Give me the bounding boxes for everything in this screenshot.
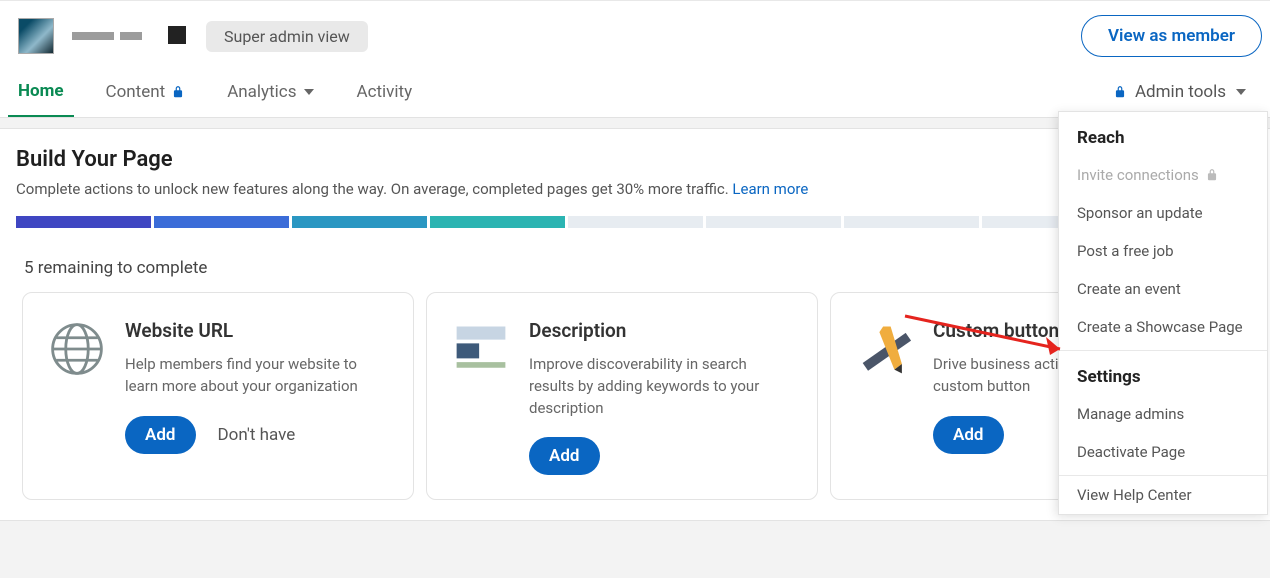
tab-analytics[interactable]: Analytics <box>217 82 324 116</box>
nav-tabs: Home Content Analytics Activity Admin to… <box>0 63 1270 118</box>
admin-tools-dropdown: Reach Invite connections Sponsor an upda… <box>1058 111 1268 515</box>
add-button[interactable]: Add <box>933 416 1004 454</box>
dd-invite-connections: Invite connections <box>1059 156 1267 194</box>
dd-post-free-job[interactable]: Post a free job <box>1059 232 1267 270</box>
pencil-ruler-icon <box>855 319 915 379</box>
tab-analytics-label: Analytics <box>227 82 296 102</box>
avatar[interactable] <box>18 18 54 54</box>
chevron-down-icon <box>1236 89 1246 95</box>
dd-sponsor-update[interactable]: Sponsor an update <box>1059 194 1267 232</box>
dd-deactivate-page[interactable]: Deactivate Page <box>1059 433 1267 471</box>
dropdown-section-settings: Settings <box>1059 351 1267 395</box>
progress-seg <box>16 216 151 228</box>
lock-icon <box>171 85 185 99</box>
tab-content-label: Content <box>106 82 166 102</box>
lock-icon <box>1205 168 1219 182</box>
learn-more-link[interactable]: Learn more <box>732 180 808 198</box>
progress-seg <box>154 216 289 228</box>
card-website-url: Website URL Help members find your websi… <box>22 292 414 500</box>
card-title: Website URL <box>125 319 389 342</box>
dont-have-link[interactable]: Don't have <box>218 425 296 445</box>
progress-seg <box>706 216 841 228</box>
tab-activity[interactable]: Activity <box>346 82 422 116</box>
progress-seg <box>430 216 565 228</box>
admin-tools-label: Admin tools <box>1135 82 1226 102</box>
chevron-down-icon <box>304 89 314 95</box>
card-description: Description Improve discoverability in s… <box>426 292 818 500</box>
add-button[interactable]: Add <box>529 437 600 475</box>
logo-icon <box>168 26 186 44</box>
dd-view-help-center[interactable]: View Help Center <box>1059 476 1267 514</box>
globe-icon <box>47 319 107 379</box>
super-admin-badge: Super admin view <box>206 21 368 52</box>
card-desc: Improve discoverability in search result… <box>529 354 793 419</box>
dd-manage-admins[interactable]: Manage admins <box>1059 395 1267 433</box>
page-name-redacted <box>72 32 142 40</box>
progress-seg <box>568 216 703 228</box>
tab-content[interactable]: Content <box>96 82 196 116</box>
lock-icon <box>1113 85 1127 99</box>
dd-create-event[interactable]: Create an event <box>1059 270 1267 308</box>
dd-create-showcase-page[interactable]: Create a Showcase Page <box>1059 308 1267 346</box>
card-desc: Help members find your website to learn … <box>125 354 389 398</box>
dropdown-section-reach: Reach <box>1059 112 1267 156</box>
add-button[interactable]: Add <box>125 416 196 454</box>
page-header: Super admin view View as member <box>0 1 1270 63</box>
view-as-member-button[interactable]: View as member <box>1081 15 1262 57</box>
progress-seg <box>292 216 427 228</box>
progress-seg <box>844 216 979 228</box>
page-icon <box>451 319 511 379</box>
card-title: Description <box>529 319 793 342</box>
tab-home[interactable]: Home <box>8 81 74 117</box>
